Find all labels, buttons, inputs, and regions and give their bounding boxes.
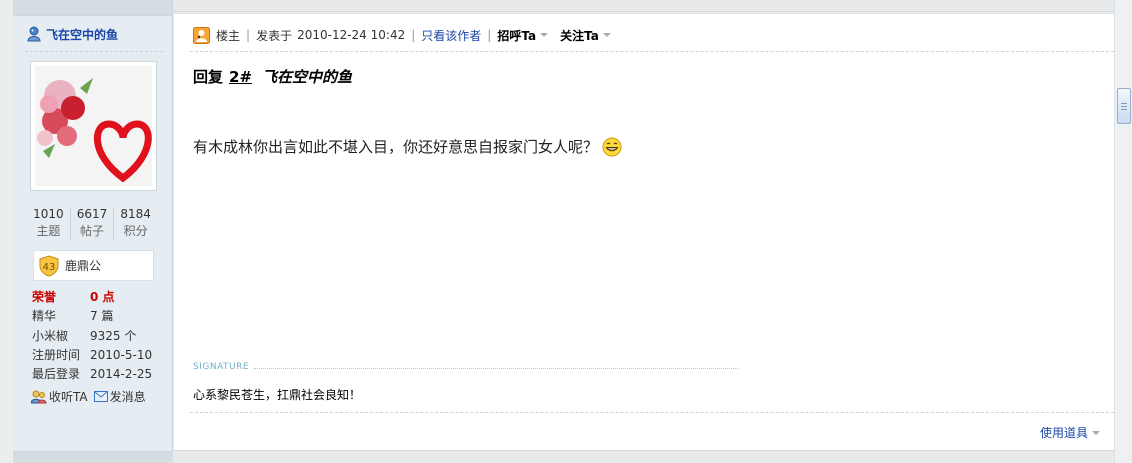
reply-to-user: 飞在空中的鱼 bbox=[262, 68, 353, 86]
signature-text: 心系黎民苍生，扛鼎社会良知！ bbox=[193, 388, 362, 402]
detail-value: 2014-2-25 bbox=[90, 366, 153, 381]
follow-label: 收听TA bbox=[49, 390, 88, 404]
posted-prefix: 发表于 bbox=[256, 28, 293, 43]
follow-dropdown[interactable]: 关注Ta bbox=[560, 27, 611, 44]
signature-divider bbox=[254, 368, 738, 369]
detail-row-digest: 精华 7 篇 bbox=[32, 306, 162, 325]
avatar[interactable] bbox=[30, 61, 157, 191]
stat-value: 8184 bbox=[120, 207, 151, 221]
detail-value: 2010-5-10 bbox=[90, 347, 153, 362]
post-text: 有木成林你出言如此不堪入目，你还好意思自报家门女人呢？ bbox=[193, 138, 599, 156]
chevron-down-icon bbox=[540, 33, 549, 37]
reply-heading: 回复 2# 飞在空中的鱼 bbox=[193, 66, 352, 87]
post-bottom-separator bbox=[174, 450, 1114, 463]
post-content: 有木成林你出言如此不堪入目，你还好意思自报家门女人呢？ bbox=[193, 136, 622, 157]
author-actions: 收听TA 发消息 bbox=[31, 388, 152, 405]
online-user-icon bbox=[27, 26, 41, 42]
avatar-image bbox=[35, 66, 152, 186]
detail-value: 7 篇 bbox=[90, 309, 114, 324]
envelope-icon bbox=[93, 391, 108, 402]
stat-label: 主题 bbox=[36, 224, 61, 238]
detail-value: 0 点 bbox=[90, 290, 115, 305]
chevron-down-icon bbox=[1092, 430, 1100, 435]
detail-key: 注册时间 bbox=[32, 348, 81, 363]
separator: | bbox=[487, 28, 492, 42]
stat-label: 积分 bbox=[123, 224, 148, 238]
greet-dropdown[interactable]: 招呼Ta bbox=[497, 27, 549, 44]
follow-button[interactable]: 收听TA bbox=[31, 388, 88, 405]
detail-row-registered: 注册时间 2010-5-10 bbox=[32, 345, 162, 364]
level-number: 43 bbox=[43, 262, 56, 273]
sidebar-top-bar bbox=[13, 0, 172, 16]
message-label: 发消息 bbox=[109, 390, 146, 404]
stat-value: 1010 bbox=[33, 207, 64, 221]
vertical-scrollbar[interactable] bbox=[1114, 0, 1132, 463]
sidebar-bottom-bar bbox=[13, 451, 173, 463]
user-level-box: 43 鹿鼎公 bbox=[33, 250, 154, 281]
grin-emoticon-icon bbox=[602, 137, 622, 156]
stat-threads[interactable]: 1010 主题 bbox=[27, 207, 70, 241]
post-top-separator bbox=[174, 0, 1114, 12]
posted-time: 2010-12-24 10:42 bbox=[297, 28, 406, 42]
level-badge-icon: 43 bbox=[39, 254, 59, 277]
stat-label: 帖子 bbox=[80, 224, 105, 238]
thread-starter-label: 楼主 bbox=[216, 28, 241, 43]
send-message-button[interactable]: 发消息 bbox=[93, 388, 146, 405]
author-name-row[interactable]: 飞在空中的鱼 bbox=[26, 24, 118, 44]
divider bbox=[25, 51, 163, 52]
post-meta-bar: 楼主 | 发表于 2010-12-24 10:42 | 只看该作者 | 招呼Ta… bbox=[193, 25, 611, 45]
stat-points[interactable]: 8184 积分 bbox=[113, 207, 157, 241]
reply-floor-link[interactable]: 2# bbox=[229, 68, 252, 86]
reply-prefix: 回复 bbox=[193, 68, 224, 86]
level-title: 鹿鼎公 bbox=[65, 259, 102, 273]
grip-line bbox=[1121, 103, 1127, 104]
separator: | bbox=[411, 28, 416, 42]
chevron-down-icon bbox=[602, 33, 611, 37]
post-body: 楼主 | 发表于 2010-12-24 10:42 | 只看该作者 | 招呼Ta… bbox=[174, 13, 1114, 450]
detail-row-last-login: 最后登录 2014-2-25 bbox=[32, 364, 162, 383]
follow-users-icon bbox=[31, 390, 47, 403]
detail-value: 9325 个 bbox=[90, 328, 137, 343]
detail-key: 最后登录 bbox=[32, 367, 81, 382]
stat-value: 6617 bbox=[76, 207, 108, 221]
grip-line bbox=[1121, 109, 1127, 110]
separator: | bbox=[246, 28, 251, 42]
author-sidebar: 飞在空中的鱼 1010 主题 6617 帖子 8184 积分 43 鹿鼎公 荣誉… bbox=[13, 0, 173, 463]
grip-line bbox=[1121, 106, 1127, 107]
detail-row-pepper: 小米椒 9325 个 bbox=[32, 326, 162, 345]
divider bbox=[190, 51, 1114, 52]
divider bbox=[190, 412, 1114, 413]
use-tools-label: 使用道具 bbox=[1039, 426, 1088, 440]
author-name-link[interactable]: 飞在空中的鱼 bbox=[46, 26, 118, 43]
stat-posts[interactable]: 6617 帖子 bbox=[69, 207, 114, 241]
only-author-link[interactable]: 只看该作者 bbox=[421, 27, 481, 44]
use-tools-dropdown[interactable]: 使用道具 bbox=[1040, 424, 1100, 441]
author-stats: 1010 主题 6617 帖子 8184 积分 bbox=[27, 207, 157, 241]
thread-starter-icon bbox=[193, 26, 210, 44]
signature-label: SIGNATURE bbox=[193, 362, 250, 372]
follow-dropdown-label: 关注Ta bbox=[560, 28, 599, 43]
scrollbar-thumb[interactable] bbox=[1117, 88, 1131, 124]
author-details: 荣誉 0 点 精华 7 篇 小米椒 9325 个 注册时间 2010-5-10 … bbox=[32, 287, 162, 383]
detail-key: 精华 bbox=[32, 309, 57, 324]
detail-key: 小米椒 bbox=[32, 328, 69, 343]
greet-label: 招呼Ta bbox=[497, 28, 537, 43]
left-gutter bbox=[0, 0, 13, 463]
detail-key: 荣誉 bbox=[32, 290, 57, 305]
detail-row-honor: 荣誉 0 点 bbox=[32, 287, 162, 306]
